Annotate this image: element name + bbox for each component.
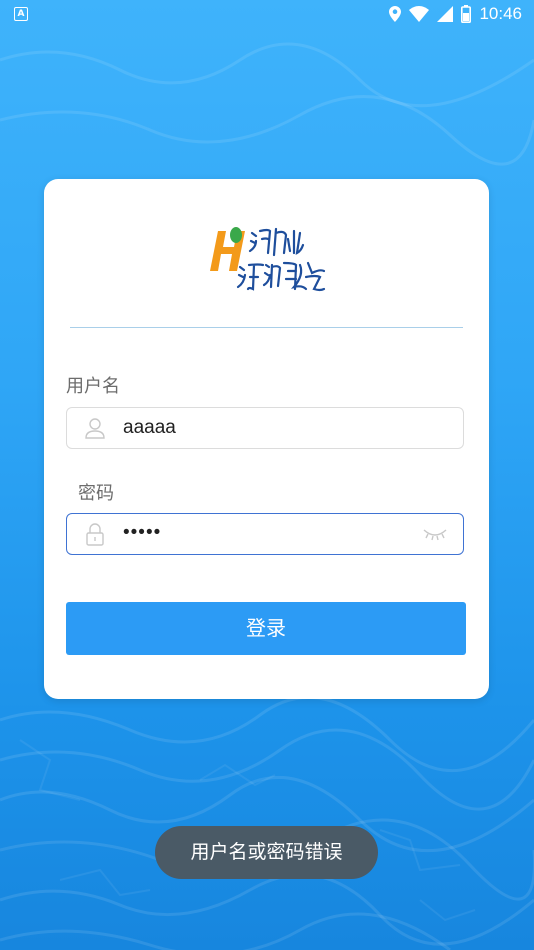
password-label: 密码 (78, 483, 114, 504)
login-card: 用户名 aaaaa 密码 ••••• 登录 (44, 179, 489, 699)
user-icon (85, 418, 105, 439)
username-input[interactable]: aaaaa (123, 417, 176, 439)
eye-closed-icon[interactable] (423, 526, 447, 542)
wifi-icon (409, 6, 430, 22)
error-toast: 用户名或密码错误 (155, 826, 378, 879)
username-label: 用户名 (66, 376, 120, 397)
header-divider (70, 327, 463, 328)
status-bar: A 10:46 (0, 0, 534, 28)
password-field[interactable]: ••••• (66, 513, 464, 555)
username-field[interactable]: aaaaa (66, 407, 464, 449)
battery-icon (461, 5, 472, 23)
signal-icon (437, 6, 454, 22)
notification-icon: A (14, 7, 28, 21)
hubei-river-chief-logo (210, 227, 326, 292)
status-time: 10:46 (479, 4, 522, 23)
login-button[interactable]: 登录 (66, 602, 466, 655)
location-icon (389, 6, 402, 22)
lock-icon (86, 523, 104, 546)
password-input[interactable]: ••••• (123, 522, 161, 544)
